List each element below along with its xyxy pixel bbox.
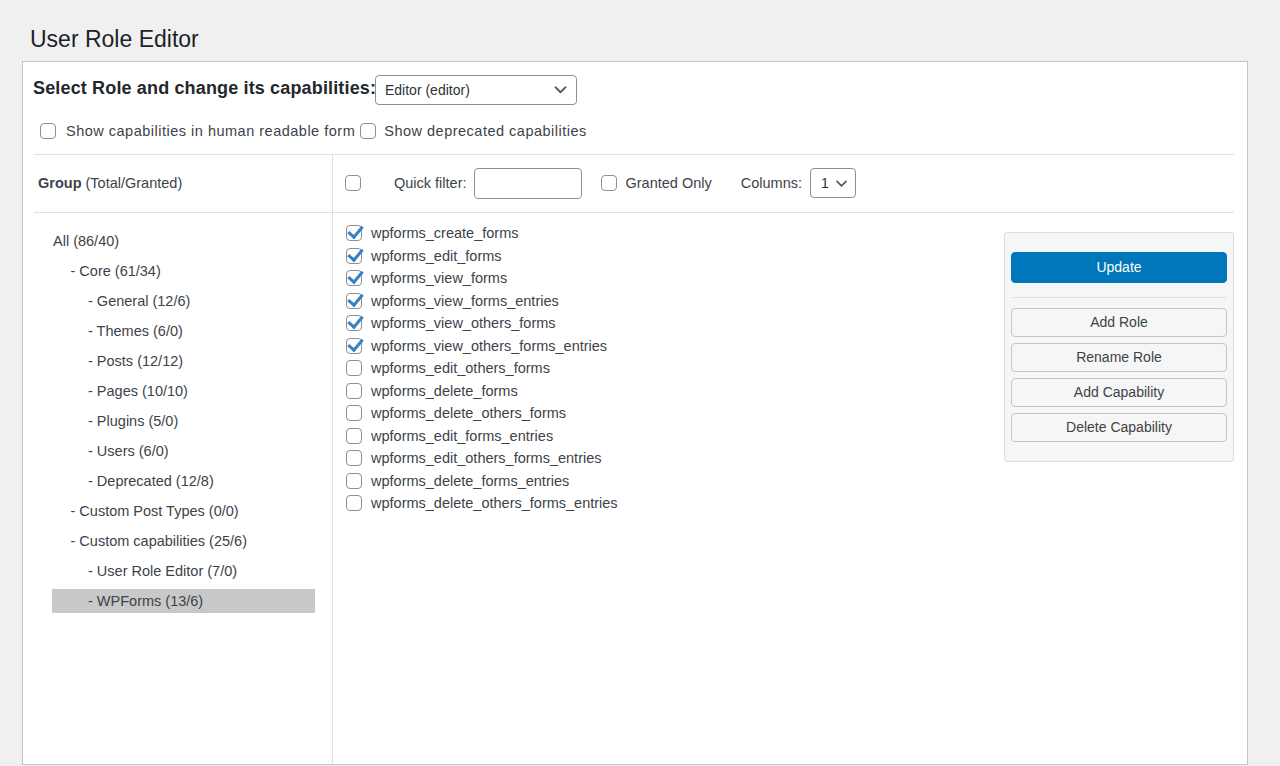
- group-item[interactable]: - Pages (10/10): [52, 379, 315, 403]
- granted-only-checkbox[interactable]: [601, 175, 617, 191]
- capability-row: wpforms_view_forms: [346, 267, 618, 290]
- capability-row: wpforms_view_others_forms_entries: [346, 334, 618, 357]
- capability-row: wpforms_edit_forms: [346, 244, 618, 267]
- column-divider: [332, 155, 333, 764]
- group-item[interactable]: - Users (6/0): [52, 439, 315, 463]
- role-selector-row: Select Role and change its capabilities:: [33, 73, 376, 105]
- chevron-down-icon: [834, 176, 849, 191]
- update-button[interactable]: Update: [1011, 252, 1227, 283]
- page-title: User Role Editor: [0, 0, 1280, 55]
- role-select[interactable]: Editor (editor): [375, 75, 577, 105]
- capability-checkbox[interactable]: [346, 338, 362, 354]
- group-item[interactable]: - User Role Editor (7/0): [52, 559, 315, 583]
- group-item[interactable]: - General (12/6): [52, 289, 315, 313]
- capability-label: wpforms_edit_others_forms_entries: [371, 450, 602, 466]
- capability-checkbox[interactable]: [346, 428, 362, 444]
- capability-checkbox[interactable]: [346, 360, 362, 376]
- group-item[interactable]: - Plugins (5/0): [52, 409, 315, 433]
- capability-checkbox[interactable]: [346, 495, 362, 511]
- quick-filter-input[interactable]: [474, 168, 582, 199]
- capability-checkbox[interactable]: [346, 248, 362, 264]
- group-header-rest: (Total/Granted): [86, 175, 183, 191]
- group-item[interactable]: - WPForms (13/6): [52, 589, 315, 613]
- display-options-row: Show capabilities in human readable form…: [40, 123, 587, 139]
- capability-checkbox[interactable]: [346, 270, 362, 286]
- capability-row: wpforms_delete_forms: [346, 379, 618, 402]
- capability-row: wpforms_edit_others_forms_entries: [346, 447, 618, 470]
- group-item[interactable]: - Custom capabilities (25/6): [52, 529, 315, 553]
- capability-list: wpforms_create_forms wpforms_edit_formswp…: [346, 222, 618, 515]
- divider-header: [34, 212, 1234, 213]
- capability-label: wpforms_view_others_forms: [371, 315, 556, 331]
- main-panel: Select Role and change its capabilities:…: [22, 61, 1248, 765]
- granted-only-label: Granted Only: [626, 175, 712, 191]
- actions-panel: Update Add Role Rename Role Add Capabili…: [1004, 232, 1234, 462]
- capability-row: wpforms_delete_others_forms_entries: [346, 492, 618, 515]
- group-item[interactable]: - Themes (6/0): [52, 319, 315, 343]
- actions-divider: [1012, 297, 1226, 298]
- capability-checkbox[interactable]: [346, 293, 362, 309]
- group-tree: All (86/40) - Core (61/34) - General (12/6…: [23, 229, 332, 619]
- capability-label: wpforms_edit_forms_entries: [371, 428, 553, 444]
- group-header: Group(Total/Granted): [38, 155, 182, 212]
- capability-label: wpforms_delete_forms: [371, 383, 518, 399]
- capability-label: wpforms_delete_others_forms_entries: [371, 495, 618, 511]
- capability-label: wpforms_create_forms: [371, 225, 518, 241]
- capability-row: wpforms_create_forms: [346, 222, 618, 245]
- capability-row: wpforms_delete_others_forms: [346, 402, 618, 425]
- capability-label: wpforms_view_others_forms_entries: [371, 338, 607, 354]
- add-capability-button[interactable]: Add Capability: [1011, 378, 1227, 407]
- capability-checkbox[interactable]: [346, 315, 362, 331]
- human-readable-checkbox[interactable]: [40, 123, 56, 139]
- rename-role-button[interactable]: Rename Role: [1011, 343, 1227, 372]
- columns-select-value: 1: [821, 175, 834, 191]
- filter-row: Quick filter: Granted Only Columns: 1: [333, 155, 1247, 212]
- capability-checkbox[interactable]: [346, 225, 362, 241]
- add-role-button[interactable]: Add Role: [1011, 308, 1227, 337]
- group-item[interactable]: - Deprecated (12/8): [52, 469, 315, 493]
- group-header-bold: Group: [38, 175, 82, 191]
- capability-row: wpforms_view_forms_entries: [346, 289, 618, 312]
- human-readable-label: Show capabilities in human readable form: [66, 123, 355, 139]
- select-all-checkbox[interactable]: [345, 175, 361, 191]
- capability-checkbox[interactable]: [346, 473, 362, 489]
- columns-label: Columns:: [741, 175, 802, 191]
- capability-checkbox[interactable]: [346, 383, 362, 399]
- capability-label: wpforms_view_forms: [371, 270, 507, 286]
- delete-capability-button[interactable]: Delete Capability: [1011, 413, 1227, 442]
- capability-row: wpforms_delete_forms_entries: [346, 469, 618, 492]
- capability-row: wpforms_view_others_forms: [346, 312, 618, 335]
- capability-label: wpforms_edit_others_forms: [371, 360, 550, 376]
- group-item[interactable]: - Core (61/34): [52, 259, 315, 283]
- show-deprecated-checkbox[interactable]: [360, 123, 376, 139]
- group-item[interactable]: All (86/40): [52, 229, 315, 253]
- capability-checkbox[interactable]: [346, 405, 362, 421]
- role-select-value: Editor (editor): [385, 82, 552, 98]
- group-item[interactable]: - Posts (12/12): [52, 349, 315, 373]
- quick-filter-label: Quick filter:: [394, 175, 467, 191]
- capability-row: wpforms_edit_others_forms: [346, 357, 618, 380]
- capability-label: wpforms_edit_forms: [371, 248, 502, 264]
- capability-label: wpforms_delete_forms_entries: [371, 473, 569, 489]
- show-deprecated-label: Show deprecated capabilities: [384, 123, 587, 139]
- chevron-down-icon: [552, 81, 569, 98]
- capability-checkbox[interactable]: [346, 450, 362, 466]
- group-item[interactable]: - Custom Post Types (0/0): [52, 499, 315, 523]
- columns-select[interactable]: 1: [810, 168, 856, 198]
- capability-label: wpforms_view_forms_entries: [371, 293, 559, 309]
- capability-label: wpforms_delete_others_forms: [371, 405, 566, 421]
- capability-row: wpforms_edit_forms_entries: [346, 424, 618, 447]
- select-role-label: Select Role and change its capabilities:: [33, 78, 376, 99]
